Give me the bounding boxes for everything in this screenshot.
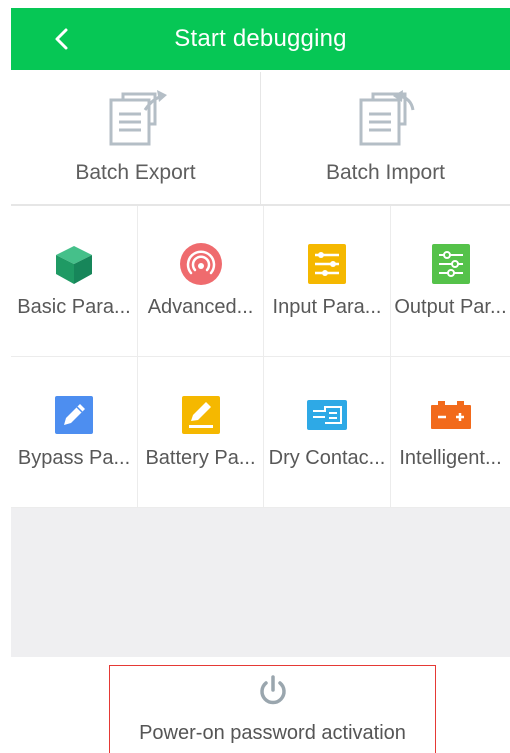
tile-label: Basic Para...: [17, 296, 131, 318]
export-document-icon: [109, 90, 167, 146]
output-sliders-icon: [431, 244, 470, 284]
batch-actions: Batch Export Batch Import: [11, 72, 510, 206]
tile-label: Intelligent...: [399, 447, 502, 469]
bypass-edit-icon: [55, 396, 93, 434]
tile-input-parameters[interactable]: Input Para...: [264, 206, 391, 357]
app-header: Start debugging: [11, 8, 510, 70]
power-on-password-button[interactable]: Power-on password activation: [109, 665, 436, 753]
battery-icon: [430, 401, 471, 429]
tile-battery-parameters[interactable]: Battery Pa...: [138, 357, 264, 508]
batch-export-button[interactable]: Batch Export: [11, 72, 260, 204]
signal-icon: [179, 243, 222, 285]
tile-intelligent[interactable]: Intelligent...: [391, 357, 510, 508]
empty-area: [11, 508, 510, 657]
batch-import-label: Batch Import: [325, 161, 446, 184]
power-on-password-label: Power-on password activation: [139, 722, 406, 744]
tile-dry-contact[interactable]: Dry Contac...: [264, 357, 391, 508]
page-title: Start debugging: [174, 25, 347, 52]
tile-label: Bypass Pa...: [17, 447, 131, 469]
tile-label: Battery Pa...: [145, 447, 256, 469]
dry-contact-icon: [307, 400, 347, 430]
cube-icon: [56, 246, 92, 284]
tile-label: Output Par...: [394, 296, 507, 318]
tile-output-parameters[interactable]: Output Par...: [391, 206, 510, 357]
input-sliders-icon: [308, 244, 346, 284]
tile-label: Advanced...: [147, 296, 254, 318]
power-icon: [259, 675, 286, 705]
tile-basic-parameters[interactable]: Basic Para...: [11, 206, 138, 357]
parameter-grid: Basic Para... Advanced... Input Para...: [11, 206, 510, 508]
batch-import-button[interactable]: Batch Import: [260, 72, 510, 204]
tile-bypass-parameters[interactable]: Bypass Pa...: [11, 357, 138, 508]
battery-edit-icon: [181, 396, 220, 434]
tile-label: Dry Contac...: [268, 447, 386, 469]
batch-export-label: Batch Export: [75, 161, 196, 184]
tile-advanced[interactable]: Advanced...: [138, 206, 264, 357]
import-document-icon: [359, 90, 414, 146]
tile-label: Input Para...: [272, 296, 382, 318]
